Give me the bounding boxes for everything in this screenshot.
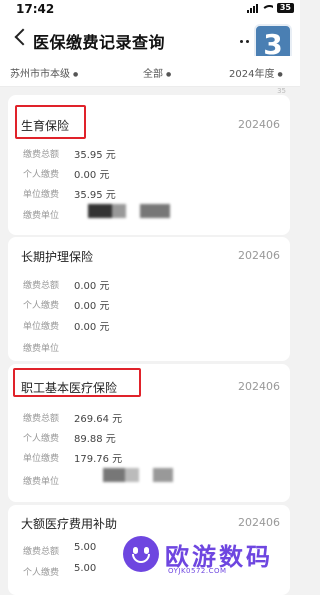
record-period: 202406	[238, 249, 280, 262]
smiley-logo-icon	[123, 536, 159, 572]
highlight-box	[13, 368, 141, 397]
total-value: 269.64 元	[74, 414, 123, 425]
employer-label: 单位缴费	[23, 190, 60, 200]
watermark-url: OYJK0572.COM	[168, 567, 227, 575]
more-icon[interactable]	[240, 40, 249, 43]
city-filter-label: 苏州市市本级	[10, 69, 70, 80]
employer-label: 单位缴费	[23, 322, 60, 332]
signal-icon	[246, 3, 258, 13]
total-value: 5.00	[74, 542, 97, 553]
record-period: 202406	[238, 380, 280, 393]
personal-value: 5.00	[74, 563, 97, 574]
total-label: 缴费总额	[23, 547, 60, 557]
personal-value: 0.00 元	[74, 170, 110, 181]
employer-value: 179.76 元	[74, 454, 123, 465]
total-label: 缴费总额	[23, 414, 60, 424]
partial-count: 35	[277, 87, 286, 95]
filter-bar: 苏州市市本级 ● 全部 ● 2024年度 ●	[0, 56, 300, 87]
record-card[interactable]: 职工基本医疗保险 202406 缴费总额 269.64 元 个人缴费 89.88…	[8, 364, 290, 502]
chevron-down-icon: ●	[277, 70, 283, 78]
personal-value: 89.88 元	[74, 434, 116, 445]
personal-label: 个人缴费	[23, 170, 60, 180]
highlight-box	[15, 105, 86, 139]
personal-label: 个人缴费	[23, 301, 60, 311]
record-card[interactable]: 生育保险 202406 缴费总额 35.95 元 个人缴费 0.00 元 单位缴…	[8, 95, 290, 235]
personal-label: 个人缴费	[23, 434, 60, 444]
total-value: 0.00 元	[74, 281, 110, 292]
personal-value: 0.00 元	[74, 301, 110, 312]
chevron-down-icon: ●	[73, 70, 79, 78]
record-period: 202406	[238, 516, 280, 529]
record-period: 202406	[238, 118, 280, 131]
redacted-unit-name	[103, 468, 173, 482]
unit-label: 缴费单位	[23, 344, 60, 354]
year-filter-label: 2024年度	[229, 69, 275, 80]
employer-value: 0.00 元	[74, 322, 110, 333]
type-filter-label: 全部	[143, 69, 163, 80]
unit-label: 缴费单位	[23, 211, 60, 221]
status-bar: 17:42 35	[0, 0, 300, 22]
year-filter[interactable]: 2024年度 ●	[229, 65, 283, 80]
employer-label: 单位缴费	[23, 454, 60, 464]
total-value: 35.95 元	[74, 150, 116, 161]
personal-label: 个人缴费	[23, 568, 60, 578]
brand-watermark: 欧游数码 OYJK0572.COM	[123, 536, 293, 578]
record-title: 长期护理保险	[21, 250, 94, 264]
wifi-icon	[261, 4, 273, 13]
back-icon[interactable]	[14, 28, 32, 46]
total-label: 缴费总额	[23, 281, 60, 291]
type-filter[interactable]: 全部 ●	[143, 65, 171, 80]
battery-icon: 35	[276, 3, 294, 13]
chevron-down-icon: ●	[166, 70, 172, 78]
record-title: 大额医疗费用补助	[21, 517, 118, 531]
unit-label: 缴费单位	[23, 477, 60, 487]
status-time: 17:42	[16, 2, 55, 16]
total-label: 缴费总额	[23, 150, 60, 160]
page-title: 医保缴费记录查询	[33, 33, 166, 52]
employer-value: 35.95 元	[74, 190, 116, 201]
record-card[interactable]: 长期护理保险 202406 缴费总额 0.00 元 个人缴费 0.00 元 单位…	[8, 237, 290, 361]
city-filter[interactable]: 苏州市市本级 ●	[10, 65, 78, 80]
status-icons: 35	[246, 3, 294, 13]
redacted-unit-name	[88, 204, 170, 218]
